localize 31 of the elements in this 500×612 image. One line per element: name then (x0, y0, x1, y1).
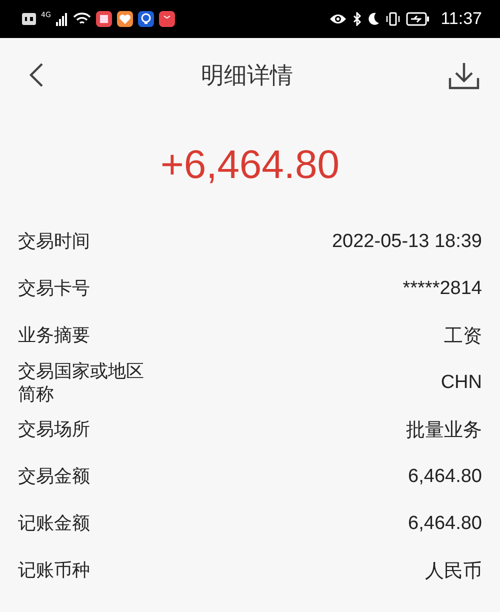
signal-icon (56, 12, 68, 26)
app-icon (138, 11, 154, 27)
battery-icon (406, 12, 430, 26)
field-label: 记账币种 (18, 559, 90, 582)
field-value: 批量业务 (406, 418, 482, 442)
page-title: 明细详情 (201, 62, 293, 90)
field-value: CHN (440, 372, 482, 394)
app-icon (96, 11, 112, 27)
app-icon (116, 11, 133, 27)
field-label: 交易场所 (18, 418, 90, 441)
bluetooth-icon (352, 12, 362, 26)
download-button[interactable] (448, 60, 480, 90)
field-label: 交易国家或地区简称 (18, 360, 145, 406)
amount-value: +6,464.80 (160, 142, 340, 188)
field-label: 交易卡号 (18, 277, 90, 300)
field-label: 业务摘要 (18, 324, 90, 347)
vibrate-icon (384, 12, 401, 26)
field-value: 6,464.80 (408, 512, 482, 534)
field-value: *****2814 (402, 278, 482, 300)
field-value: 工资 (444, 324, 482, 348)
moon-icon (366, 12, 380, 26)
field-label: 记账金额 (18, 512, 90, 535)
eye-icon (328, 13, 347, 25)
field-value: 人民币 (425, 560, 482, 584)
wifi-icon (72, 12, 91, 26)
field-value: 2022-05-13 18:39 (332, 230, 482, 252)
field-value: 6,464.80 (408, 466, 482, 488)
app-icon (158, 11, 175, 27)
field-label: 交易时间 (18, 230, 90, 253)
clock-time: 11:37 (440, 9, 482, 29)
field-label: 交易金额 (18, 465, 90, 488)
